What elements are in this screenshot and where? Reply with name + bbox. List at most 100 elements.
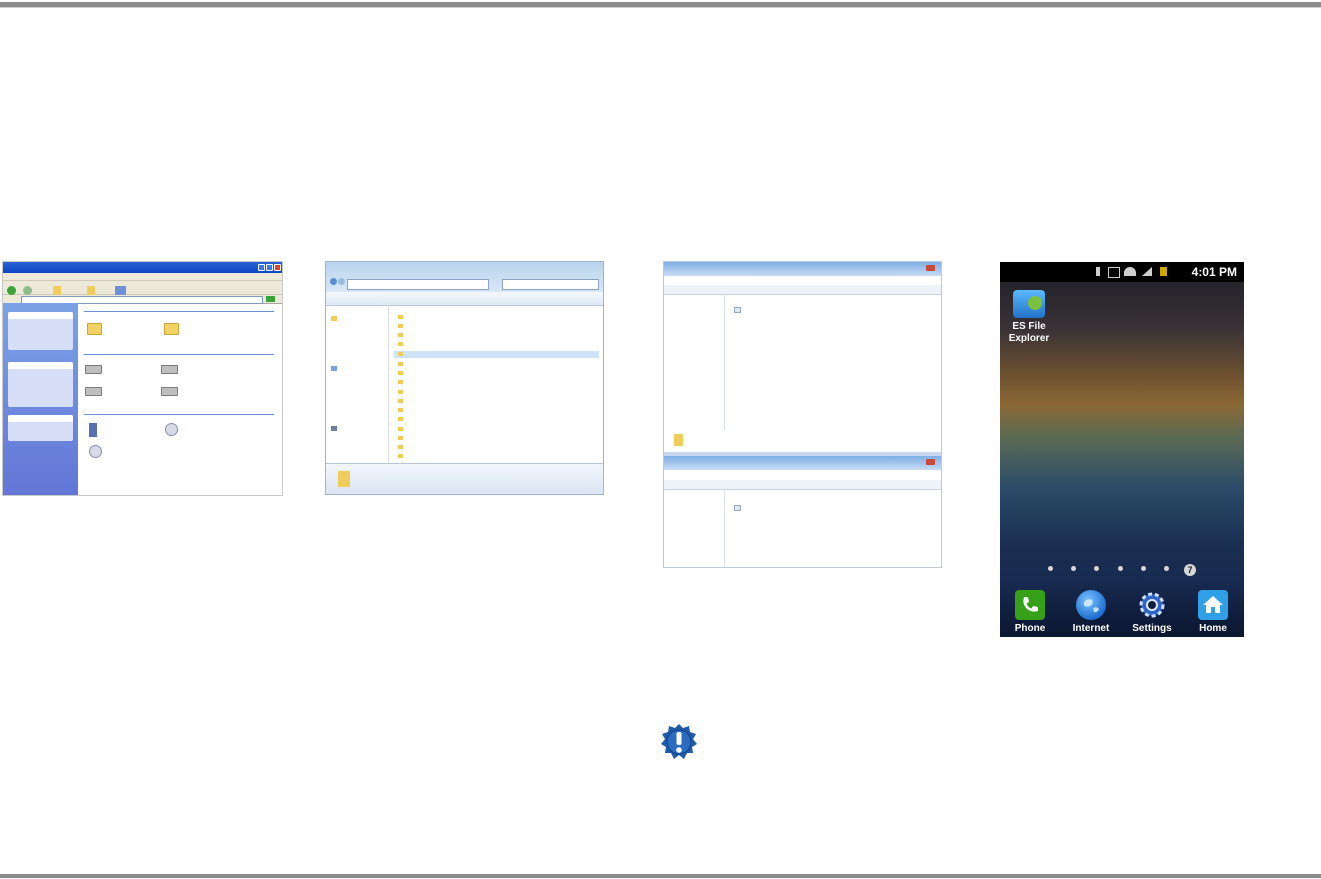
removable-device-icon [89,423,97,437]
list-item [394,416,599,423]
page-dot [1118,566,1123,571]
list-item [394,370,599,377]
list-item [394,426,599,433]
dock-label: Phone [1014,623,1046,634]
folder-icon [87,323,102,335]
close-icon [926,459,935,465]
details-pane [326,463,603,494]
libraries-icon [331,366,337,371]
status-time: 4:01 PM [1191,265,1237,279]
list-item [394,435,599,442]
toolbar [3,281,282,295]
back-icon [7,286,16,295]
dock-item-internet[interactable]: Internet [1061,590,1121,634]
home-icon [1198,590,1228,620]
details-panel [8,415,73,441]
list-item [730,306,939,313]
bluetooth-icon [1096,267,1100,276]
favorites-icon [331,316,337,321]
command-bar [664,285,941,295]
close-icon [274,264,281,271]
breadcrumb [347,279,489,290]
phone-icon [1015,590,1045,620]
command-bar [326,292,603,306]
globe-icon [1076,590,1106,620]
list-item [394,323,599,330]
dock-label: Internet [1072,623,1110,634]
status-bar: 4:01 PM [1000,262,1244,282]
file-list [394,306,599,466]
list-item [394,407,599,414]
page-dot [1164,566,1169,571]
wifi-icon [1124,267,1136,276]
window-chrome [326,262,603,292]
current-page-indicator: 7 [1184,564,1196,576]
battery-icon [1160,267,1167,276]
es-file-explorer-shortcut[interactable]: ES File Explorer [1008,290,1050,345]
list-item [394,332,599,339]
screenshot-copy-apk [663,261,942,568]
system-tasks-panel [8,312,73,350]
app-label: ES File Explorer [1008,321,1050,344]
list-item [394,361,599,368]
list-item [394,341,599,348]
window-title-bar [664,262,941,276]
navigation-pane [326,306,389,466]
close-icon [926,265,935,271]
dock: Phone Internet Settings Home [1000,584,1244,637]
folder-icon [674,434,683,446]
maximize-icon [266,264,273,271]
title-bar [3,262,282,273]
screenshot-removable-disk [325,261,604,495]
drive-icon [161,365,178,374]
bottom-rule [0,874,1321,878]
vibrate-icon [1108,267,1120,278]
page-dot [1094,566,1099,571]
disc-drive-icon [89,445,102,458]
go-icon [266,296,275,302]
computer-icon [331,426,337,431]
dock-item-settings[interactable]: Settings [1122,590,1182,634]
views-icon [115,286,126,295]
navigation-pane [664,490,725,567]
screenshot-my-computer [2,261,283,496]
other-places-panel [8,362,73,407]
page-dot [1141,566,1146,571]
list-item [730,504,939,511]
folder-icon [338,471,350,487]
dock-item-phone[interactable]: Phone [1000,590,1060,634]
command-bar [664,480,941,490]
dock-label: Settings [1132,623,1172,634]
list-item [394,453,599,460]
drive-icon [85,387,102,396]
file-list [730,295,939,430]
forward-icon [23,286,32,295]
minimize-icon [258,264,265,271]
folders-icon [87,286,95,295]
folder-icon [164,323,179,335]
exclamation-gear-icon [661,724,697,759]
file-list [730,490,939,567]
list-item [394,314,599,321]
task-pane [3,303,78,495]
gear-icon [1137,590,1167,620]
list-item-selected [394,351,599,358]
page-dot [1071,566,1076,571]
list-item [394,389,599,396]
window-title-bar [664,456,941,470]
navigation-pane [664,295,725,430]
list-item [394,379,599,386]
dock-item-home[interactable]: Home [1183,590,1243,634]
drive-list [81,303,282,495]
screenshot-android-home: 4:01 PM ES File Explorer 7 Phone Interne… [1000,262,1244,637]
menu-bar [3,273,282,281]
drive-icon [85,365,102,374]
list-item [394,444,599,451]
folder-up-icon [53,286,61,295]
top-rule [0,2,1321,8]
disc-drive-icon [165,423,178,436]
search-input [502,279,599,290]
forward-icon [338,278,345,285]
folder-icon [1013,290,1045,318]
dock-label: Home [1199,623,1227,634]
